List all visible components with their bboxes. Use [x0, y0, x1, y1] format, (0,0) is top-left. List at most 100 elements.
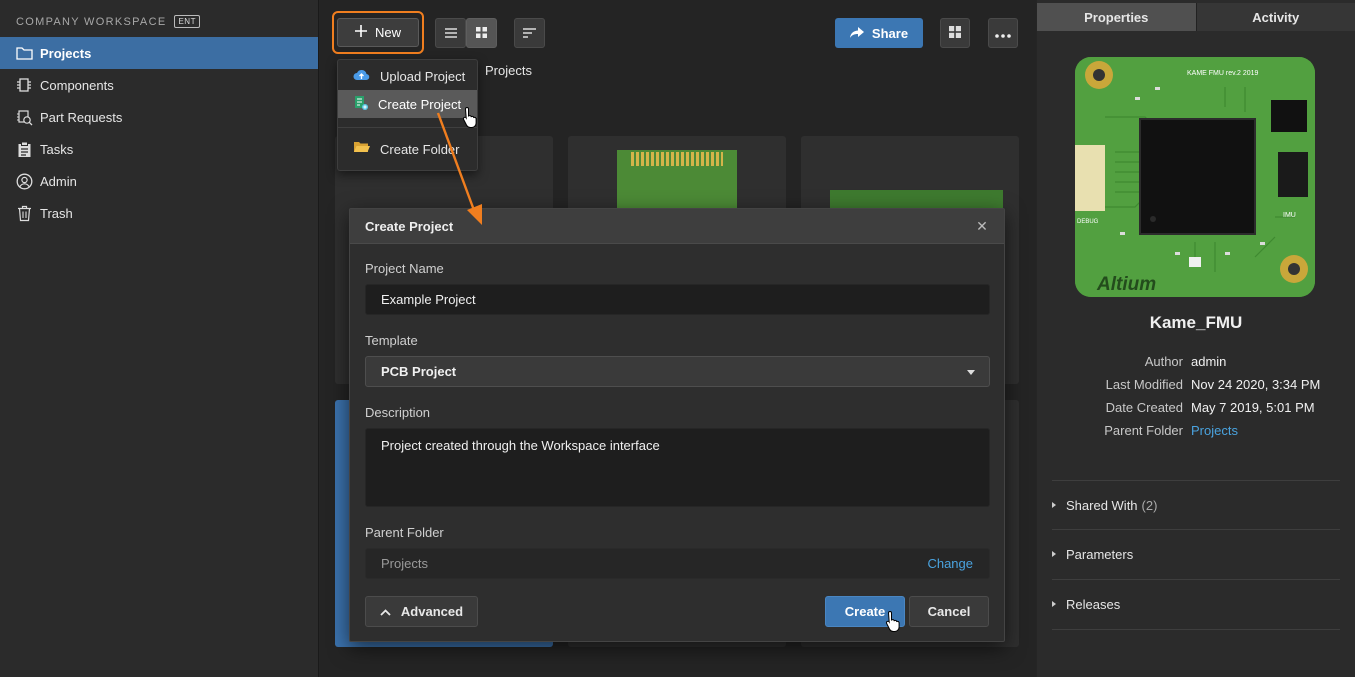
section-label: Parameters — [1066, 546, 1134, 562]
section-parameters[interactable]: Parameters — [1052, 529, 1340, 578]
expand-triangle-icon — [1052, 502, 1056, 508]
project-thumbnail-pins — [631, 152, 723, 166]
properties-panel: Properties Activity KAME FMU rev.2 2019 — [1037, 0, 1355, 677]
new-button-label: New — [374, 25, 401, 40]
folder-icon — [15, 44, 33, 62]
template-select[interactable]: PCB Project — [365, 356, 990, 387]
project-board-preview: KAME FMU rev.2 2019 IMU DEBUG Altium — [1075, 57, 1315, 297]
expand-triangle-icon — [1052, 601, 1056, 607]
property-value: Nov 24 2020, 3:34 PM — [1191, 377, 1321, 392]
list-icon — [444, 26, 457, 41]
menu-item-upload-project[interactable]: Upload Project — [338, 62, 477, 90]
layout-toggle-button[interactable] — [940, 18, 970, 48]
section-shared-with[interactable]: Shared With (2) — [1052, 480, 1340, 529]
section-releases[interactable]: Releases — [1052, 579, 1340, 628]
user-circle-icon — [15, 172, 33, 190]
project-name-input[interactable]: Example Project — [365, 284, 990, 315]
menu-divider — [338, 127, 477, 128]
create-project-dialog: Create Project ✕ Project Name Example Pr… — [349, 208, 1005, 642]
menu-item-create-project[interactable]: Create Project — [338, 90, 477, 118]
template-select-value: PCB Project — [381, 364, 457, 379]
property-key: Author — [1144, 354, 1183, 369]
sidebar-item-label: Components — [40, 77, 114, 93]
sidebar-item-label: Trash — [40, 205, 73, 221]
share-button[interactable]: Share — [835, 18, 923, 48]
section-divider — [1052, 629, 1340, 630]
workspace-title: COMPANY WORKSPACE ENT — [16, 15, 200, 28]
new-button[interactable]: New — [337, 18, 419, 47]
list-view-button[interactable] — [435, 18, 466, 48]
license-badge: ENT — [174, 15, 200, 28]
parent-folder-field: Projects Change — [365, 548, 990, 579]
parent-folder-label: Parent Folder — [365, 525, 444, 540]
more-options-button[interactable] — [988, 18, 1018, 48]
tab-activity[interactable]: Activity — [1195, 3, 1355, 31]
pcb-board-image: KAME FMU rev.2 2019 IMU DEBUG Altium — [1075, 57, 1315, 297]
chevron-up-icon — [380, 604, 391, 619]
property-key: Last Modified — [1105, 377, 1183, 392]
sidebar-nav: Projects Components Part Requests Tasks … — [0, 37, 318, 229]
menu-item-label: Create Folder — [380, 141, 460, 157]
component-icon — [15, 76, 33, 94]
grid-view-button[interactable] — [466, 18, 497, 48]
board-silkscreen-imu: IMU — [1283, 212, 1296, 219]
sidebar-item-admin[interactable]: Admin — [0, 165, 318, 197]
property-row: Author admin — [1037, 354, 1355, 374]
breadcrumb[interactable]: Projects — [485, 63, 532, 78]
tab-properties[interactable]: Properties — [1037, 3, 1196, 31]
menu-item-label: Upload Project — [380, 68, 466, 84]
expand-triangle-icon — [1052, 551, 1056, 557]
share-button-label: Share — [871, 25, 909, 41]
sidebar-item-label: Tasks — [40, 141, 74, 157]
template-label: Template — [365, 333, 418, 348]
property-key: Date Created — [1105, 400, 1183, 415]
part-request-icon — [15, 108, 33, 126]
parent-folder-value: Projects — [381, 556, 428, 571]
sidebar-item-label: Part Requests — [40, 109, 123, 125]
advanced-button-label: Advanced — [400, 604, 464, 619]
sidebar: COMPANY WORKSPACE ENT Projects Component… — [0, 0, 319, 677]
section-label: Releases — [1066, 596, 1121, 612]
section-count: (2) — [1141, 497, 1158, 513]
project-title: Kame_FMU — [1149, 313, 1243, 332]
change-folder-link[interactable]: Change — [927, 556, 973, 571]
panel-tabs: Properties Activity — [1037, 3, 1355, 31]
sidebar-item-label: Admin — [40, 173, 77, 189]
sidebar-item-components[interactable]: Components — [0, 69, 318, 101]
cancel-button[interactable]: Cancel — [909, 596, 989, 627]
board-silkscreen-debug: DEBUG — [1077, 219, 1099, 225]
new-dropdown-menu: Upload Project Create Project Create Fol… — [337, 59, 478, 171]
description-textarea[interactable]: Project created through the Workspace in… — [365, 428, 990, 507]
clipboard-icon — [15, 140, 33, 158]
dialog-title: Create Project — [350, 209, 1004, 244]
trash-icon — [15, 204, 33, 222]
sidebar-item-part-requests[interactable]: Part Requests — [0, 101, 318, 133]
board-silkscreen-title: KAME FMU rev.2 2019 — [1187, 70, 1259, 77]
sidebar-item-projects[interactable]: Projects — [0, 37, 318, 69]
sidebar-item-trash[interactable]: Trash — [0, 197, 318, 229]
advanced-button[interactable]: Advanced — [365, 596, 478, 627]
sidebar-item-tasks[interactable]: Tasks — [0, 133, 318, 165]
description-label: Description — [365, 405, 431, 420]
menu-item-label: Create Project — [378, 96, 462, 112]
sort-button[interactable] — [514, 18, 545, 48]
hand-cursor-icon — [885, 610, 901, 635]
menu-item-create-folder[interactable]: Create Folder — [338, 135, 477, 163]
layout-panels-icon — [949, 25, 961, 41]
property-row: Last Modified Nov 24 2020, 3:34 PM — [1037, 377, 1355, 397]
close-icon[interactable]: ✕ — [974, 218, 990, 234]
property-row: Parent Folder Projects — [1037, 423, 1355, 443]
plus-icon — [354, 25, 367, 40]
workspace-name: COMPANY WORKSPACE — [16, 15, 167, 28]
project-name-label: Project Name — [365, 261, 444, 276]
share-arrow-icon — [849, 26, 864, 41]
sort-icon — [523, 26, 536, 41]
grid-icon — [476, 26, 487, 41]
property-row: Date Created May 7 2019, 5:01 PM — [1037, 400, 1355, 420]
property-value: May 7 2019, 5:01 PM — [1191, 400, 1315, 415]
parent-folder-link[interactable]: Projects — [1191, 423, 1238, 443]
section-label: Shared With — [1066, 497, 1138, 513]
project-thumbnail — [830, 190, 1003, 208]
folder-open-icon — [353, 141, 370, 157]
property-value: admin — [1191, 354, 1227, 369]
